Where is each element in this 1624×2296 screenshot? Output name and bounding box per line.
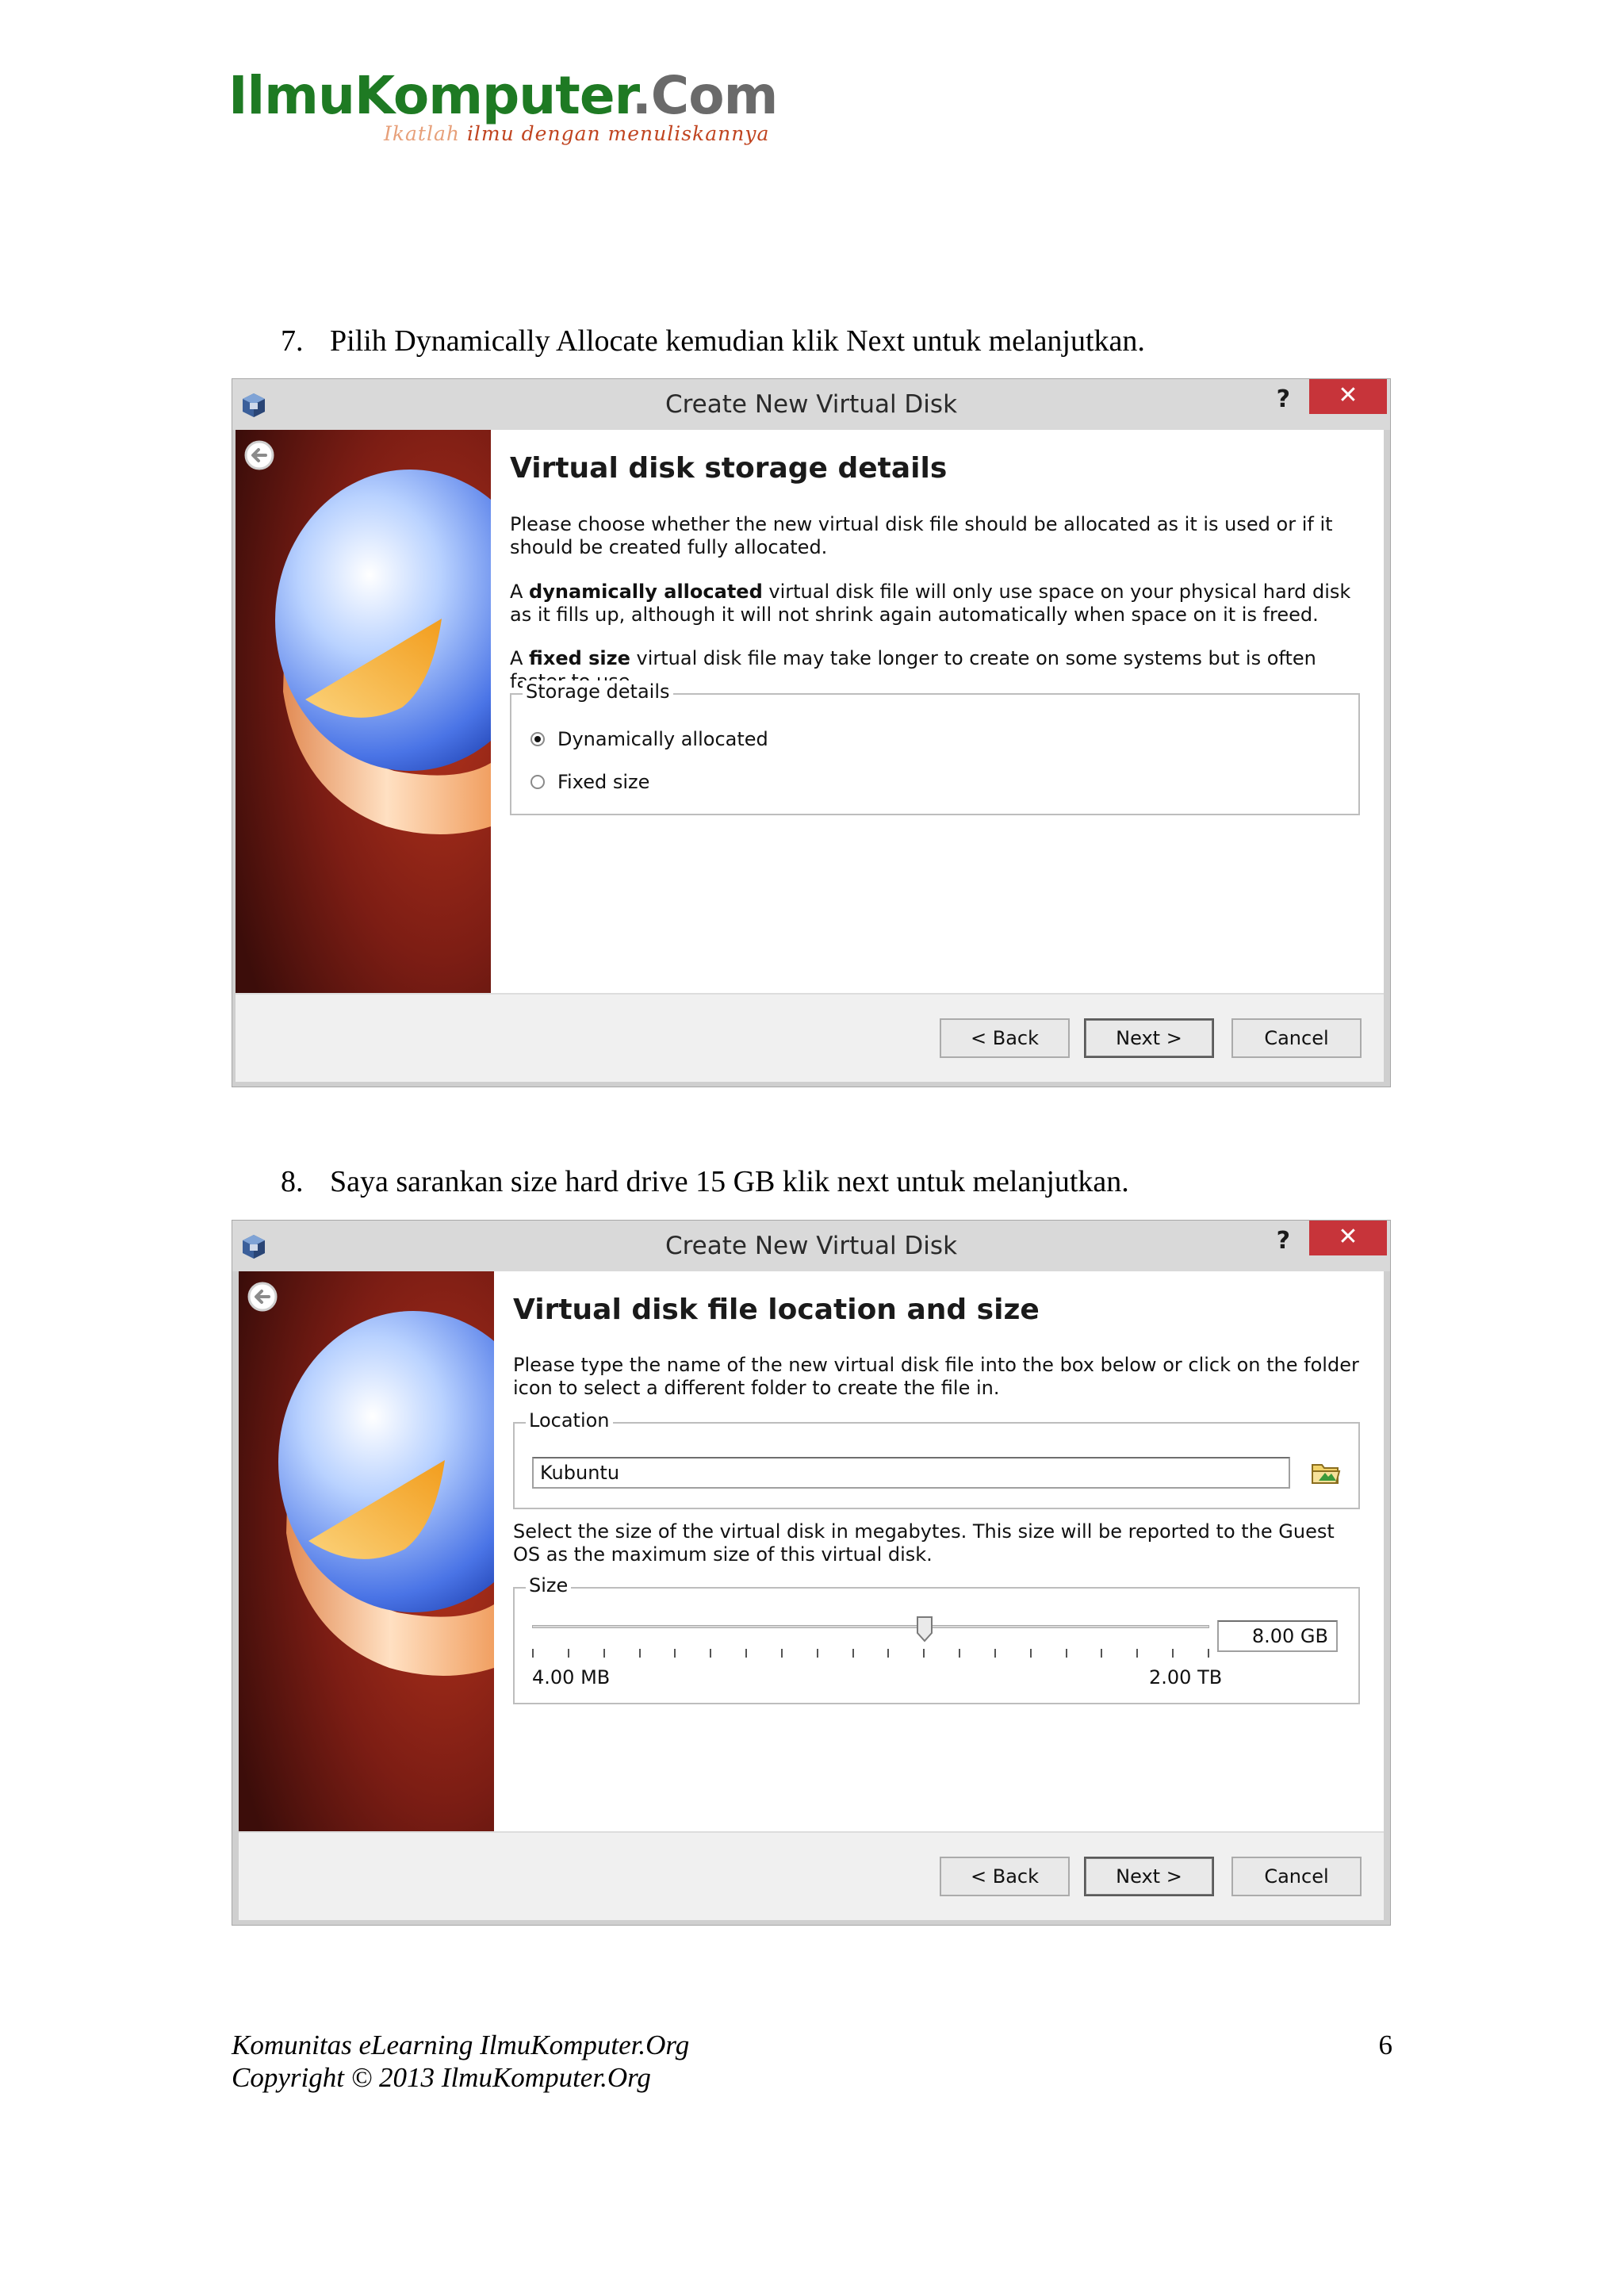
- folder-icon[interactable]: [1311, 1460, 1341, 1485]
- help-button[interactable]: ?: [1277, 1227, 1290, 1255]
- slider-tick: [638, 1649, 641, 1658]
- slider-max-label: 2.00 TB: [1149, 1666, 1223, 1688]
- help-button[interactable]: ?: [1277, 385, 1290, 413]
- slider-tick: [674, 1649, 676, 1658]
- size-slider-thumb[interactable]: [916, 1616, 933, 1642]
- logo-tagline-start: Ikatlah: [384, 122, 467, 145]
- size-slider-track[interactable]: [532, 1625, 1209, 1628]
- cancel-button[interactable]: Cancel: [1231, 1857, 1362, 1896]
- next-button[interactable]: Next >: [1084, 1857, 1214, 1896]
- slider-tick: [959, 1649, 961, 1658]
- radio-label: Fixed size: [557, 771, 650, 793]
- intro-text: Please type the name of the new virtual …: [513, 1354, 1359, 1399]
- radio-fixed-size[interactable]: Fixed size: [530, 769, 649, 795]
- radio-button-unchecked[interactable]: [530, 775, 545, 789]
- create-disk-dialog-location-size: Create New Virtual Disk ? ✕ Virtual disk…: [232, 1220, 1391, 1926]
- dialog-button-bar: < Back Next > Cancel: [239, 1831, 1384, 1920]
- step-7-instruction: 7. Pilih Dynamically Allocate kemudian kl…: [281, 324, 1145, 358]
- back-arrow-icon[interactable]: [243, 439, 275, 471]
- close-button[interactable]: ✕: [1309, 1221, 1387, 1255]
- size-input[interactable]: 8.00 GB: [1217, 1620, 1338, 1652]
- slider-min-label: 4.00 MB: [532, 1666, 611, 1688]
- size-label: Size: [526, 1574, 572, 1596]
- dialog-body: Virtual disk file location and size Plea…: [239, 1271, 1384, 1831]
- slider-tick: [887, 1649, 890, 1658]
- footer-copyright: Copyright © 2013 IlmuKomputer.Org: [232, 2062, 651, 2093]
- cancel-button[interactable]: Cancel: [1231, 1018, 1362, 1058]
- footer-community: Komunitas eLearning IlmuKomputer.Org: [232, 2030, 690, 2060]
- fixed-desc-prefix: A: [510, 647, 530, 669]
- logo-brand-main: IlmuKomputer: [228, 65, 633, 126]
- step-7-number: 7.: [281, 324, 304, 358]
- radio-dynamically-allocated[interactable]: Dynamically allocated: [530, 726, 768, 752]
- dynamic-description: A dynamically allocated virtual disk fil…: [510, 581, 1360, 627]
- slider-tick: [1029, 1649, 1032, 1658]
- dynamic-desc-prefix: A: [510, 581, 530, 603]
- slider-tick: [603, 1649, 605, 1658]
- location-label: Location: [526, 1409, 613, 1432]
- page-number: 6: [1378, 2030, 1393, 2060]
- intro-text: Please choose whether the new virtual di…: [510, 513, 1333, 558]
- slider-tick: [1172, 1649, 1174, 1658]
- dialog-button-bar: < Back Next > Cancel: [236, 993, 1384, 1082]
- storage-details-group: Storage details Dynamically allocated Fi…: [510, 680, 1360, 815]
- wizard-side-image: [239, 1271, 494, 1831]
- storage-details-label: Storage details: [523, 680, 673, 703]
- slider-tick: [816, 1649, 818, 1658]
- create-disk-dialog-storage: Create New Virtual Disk ? ✕ Virtual disk…: [232, 378, 1391, 1087]
- radio-button-checked[interactable]: [530, 732, 545, 746]
- dialog-content: Virtual disk file location and size Plea…: [513, 1271, 1368, 1831]
- step-7-text: Pilih Dynamically Allocate kemudian klik…: [330, 324, 1145, 358]
- slider-tick: [923, 1649, 925, 1658]
- slider-tick: [994, 1649, 996, 1658]
- page-heading: Virtual disk storage details: [510, 452, 948, 485]
- step-8-number: 8.: [281, 1165, 304, 1198]
- back-arrow-icon[interactable]: [247, 1281, 278, 1313]
- size-description: Select the size of the virtual disk in m…: [513, 1520, 1335, 1566]
- logo-brand-suffix: .Com: [631, 65, 779, 126]
- location-input[interactable]: Kubuntu: [532, 1457, 1290, 1489]
- step-8-instruction: 8. Saya sarankan size hard drive 15 GB kl…: [281, 1164, 1129, 1199]
- slider-tick: [745, 1649, 748, 1658]
- back-button[interactable]: < Back: [940, 1857, 1070, 1896]
- location-group: Location Kubuntu: [513, 1409, 1360, 1509]
- slider-tick: [780, 1649, 783, 1658]
- size-group: Size 8.00 GB 4.00 MB 2.00 TB: [513, 1574, 1360, 1704]
- back-button[interactable]: < Back: [940, 1018, 1070, 1058]
- dialog-title: Create New Virtual Disk: [665, 390, 958, 419]
- slider-tick: [567, 1649, 569, 1658]
- slider-tick: [1208, 1649, 1209, 1658]
- logo-tagline: Ikatlah ilmu dengan menuliskannya: [384, 122, 769, 145]
- step-8-text: Saya sarankan size hard drive 15 GB klik…: [330, 1165, 1129, 1198]
- page-heading: Virtual disk file location and size: [513, 1294, 1040, 1326]
- dialog-content: Virtual disk storage details Please choo…: [510, 430, 1368, 993]
- slider-tick: [1065, 1649, 1067, 1658]
- slider-tick: [1101, 1649, 1103, 1658]
- dialog-titlebar: Create New Virtual Disk ? ✕: [232, 379, 1390, 430]
- dialog-body: Virtual disk storage details Please choo…: [236, 430, 1384, 993]
- dialog-titlebar: Create New Virtual Disk ? ✕: [232, 1221, 1390, 1271]
- dynamic-desc-bold: dynamically allocated: [529, 581, 763, 603]
- close-button[interactable]: ✕: [1309, 379, 1387, 414]
- next-button[interactable]: Next >: [1084, 1018, 1214, 1058]
- site-logo: IlmuKomputer.Com Ikatlah ilmu dengan men…: [228, 67, 778, 154]
- logo-brand: IlmuKomputer.Com: [228, 65, 779, 126]
- slider-tick: [532, 1649, 534, 1658]
- page-footer: Komunitas eLearning IlmuKomputer.Org Cop…: [232, 2029, 689, 2094]
- radio-label: Dynamically allocated: [557, 728, 768, 750]
- slider-tick: [1136, 1649, 1139, 1658]
- logo-tagline-end: ilmu dengan menuliskannya: [466, 122, 770, 145]
- dialog-title: Create New Virtual Disk: [665, 1232, 958, 1260]
- fixed-desc-bold: fixed size: [529, 647, 630, 669]
- slider-tick: [852, 1649, 854, 1658]
- slider-tick: [710, 1649, 712, 1658]
- wizard-side-image: [236, 430, 491, 993]
